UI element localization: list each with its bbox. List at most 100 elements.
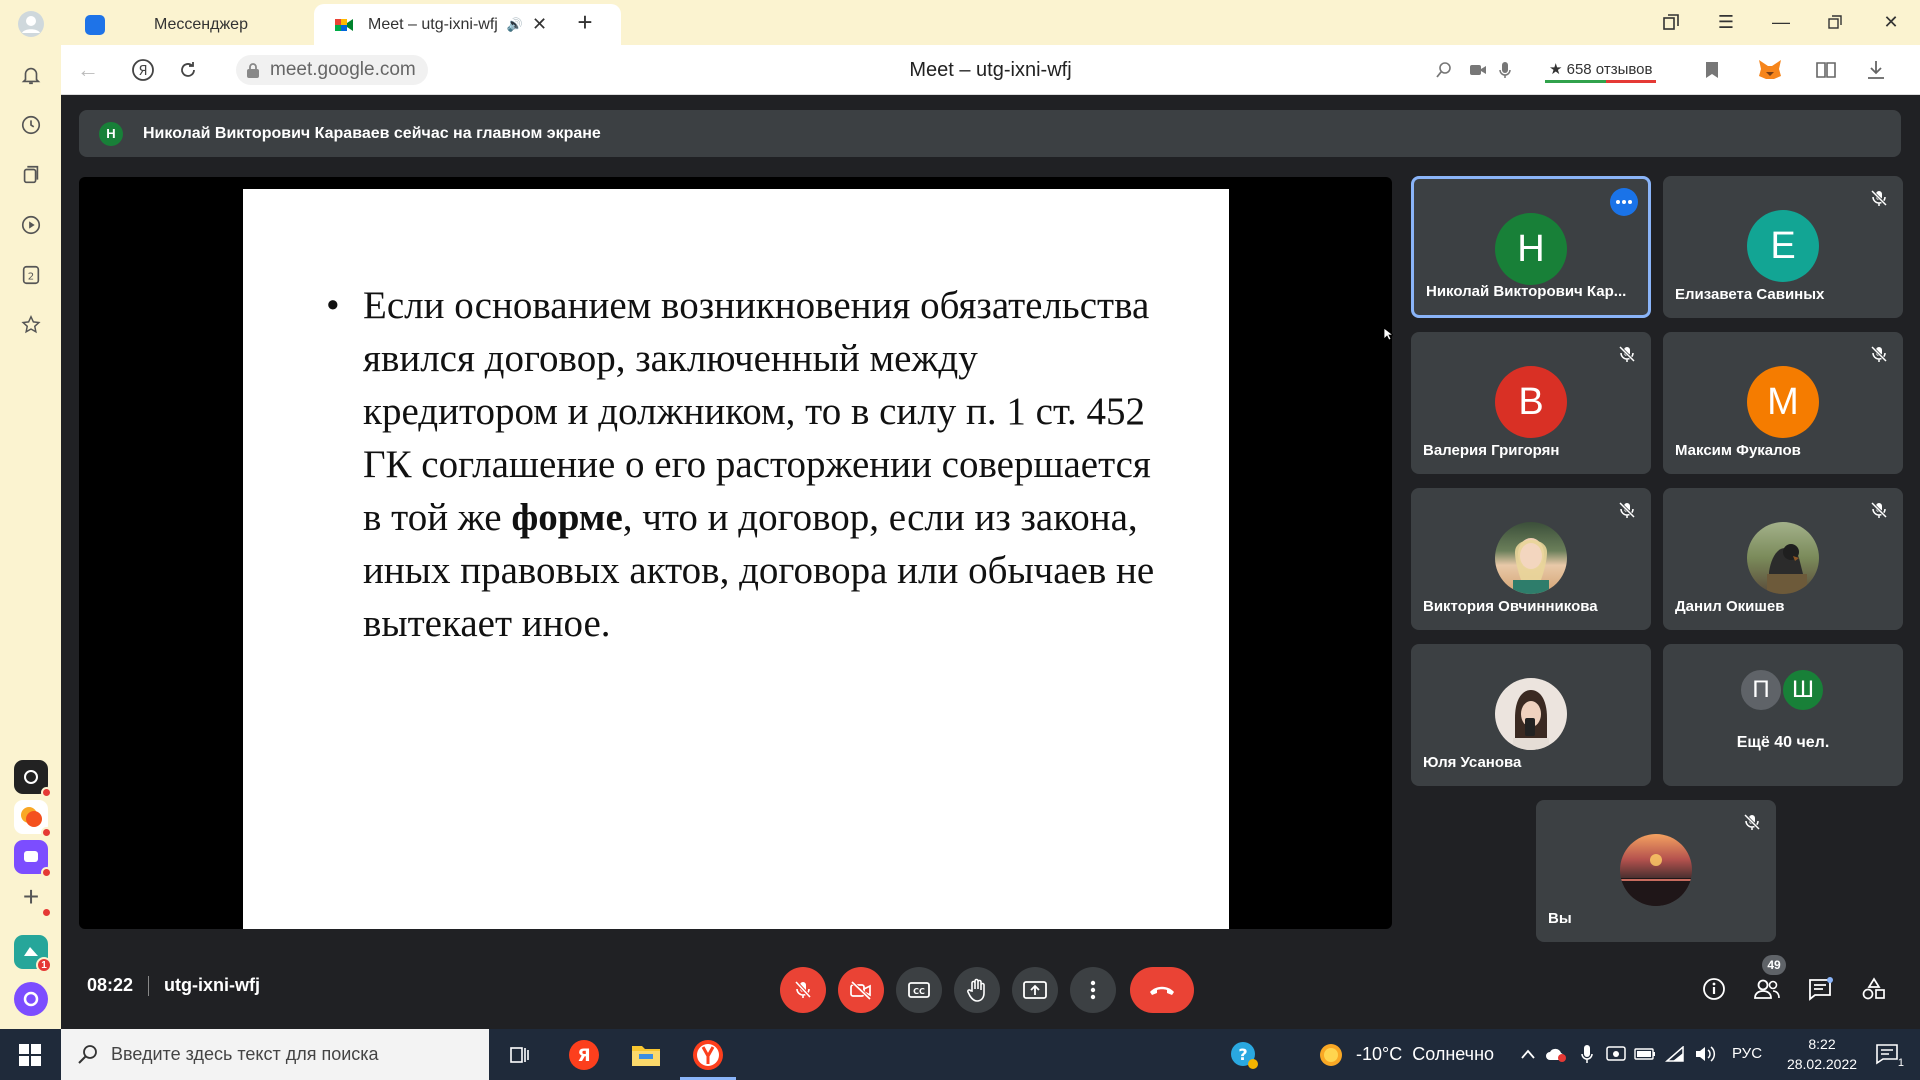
- close-window-button[interactable]: ✕: [1871, 7, 1911, 37]
- alice-assistant-icon[interactable]: [14, 982, 48, 1016]
- people-button[interactable]: [1747, 969, 1787, 1009]
- avatar: Е: [1747, 210, 1819, 282]
- file-explorer-icon[interactable]: [628, 1037, 664, 1073]
- metamask-extension-icon[interactable]: [1753, 55, 1787, 85]
- add-app-icon[interactable]: +: [14, 880, 52, 918]
- avatar: П: [1739, 668, 1783, 712]
- reload-icon[interactable]: [173, 55, 203, 85]
- weather-text: -10°C Солнечно: [1356, 1044, 1495, 1064]
- chevron-up-icon[interactable]: [1517, 1043, 1539, 1065]
- raise-hand-button[interactable]: [954, 967, 1000, 1013]
- notification-dot: [41, 907, 52, 918]
- bell-icon[interactable]: [16, 60, 46, 90]
- reader-icon[interactable]: [1811, 55, 1841, 85]
- mic-in-use-icon[interactable]: [1493, 55, 1517, 85]
- menu-icon[interactable]: ☰: [1706, 7, 1746, 37]
- chat-icon: [1809, 977, 1833, 1001]
- meeting-code: utg-ixni-wfj: [164, 975, 261, 995]
- notification-dot: [41, 867, 52, 878]
- task-view-icon[interactable]: [502, 1037, 538, 1073]
- avatar-photo: [1747, 522, 1819, 594]
- captions-button[interactable]: CC: [896, 967, 942, 1013]
- tab-label: Meet – utg-ixni-wfj: [368, 15, 498, 33]
- meeting-details-button[interactable]: [1694, 969, 1734, 1009]
- slide-text-bold: форме: [511, 496, 623, 539]
- notification-count: 1: [1897, 1057, 1904, 1069]
- volume-icon[interactable]: [1694, 1043, 1716, 1065]
- download-icon[interactable]: [1861, 55, 1891, 85]
- yandex-app-icon[interactable]: Я: [566, 1037, 602, 1073]
- onedrive-icon[interactable]: [1545, 1043, 1567, 1065]
- participant-tile[interactable]: Юля Усанова: [1411, 644, 1651, 786]
- hand-icon: [967, 978, 985, 1002]
- info-icon: [1703, 978, 1725, 1000]
- alice-app-icon[interactable]: [14, 760, 52, 798]
- sidebar-badge: 1: [36, 957, 52, 973]
- bookmark-icon[interactable]: [1697, 55, 1727, 85]
- tabs-count-icon[interactable]: 2: [16, 260, 46, 290]
- tab-messenger[interactable]: Мессенджер: [71, 4, 317, 45]
- participant-tile[interactable]: М Максим Фукалов: [1663, 332, 1903, 474]
- language-indicator[interactable]: РУС: [1732, 1045, 1762, 1062]
- chat-button[interactable]: [1801, 969, 1841, 1009]
- sun-icon: [1320, 1043, 1342, 1066]
- banner-text: Николай Викторович Караваев сейчас на гл…: [143, 124, 601, 142]
- weather-app-icon[interactable]: [14, 800, 52, 838]
- vpn-icon[interactable]: [1605, 1043, 1627, 1065]
- wifi-icon[interactable]: [1664, 1043, 1686, 1065]
- avatar: Ш: [1781, 668, 1825, 712]
- presentation-screen[interactable]: • Если основанием возникновения обязател…: [79, 177, 1392, 929]
- minimize-button[interactable]: —: [1761, 7, 1801, 37]
- camera-in-use-icon[interactable]: [1465, 55, 1491, 85]
- present-now-button[interactable]: [1012, 967, 1058, 1013]
- participant-name: Николай Викторович Кар...: [1426, 283, 1627, 300]
- activities-button[interactable]: [1854, 969, 1894, 1009]
- start-button[interactable]: [0, 1029, 60, 1080]
- yandex-logo-icon[interactable]: Я: [128, 55, 158, 85]
- reviews-badge[interactable]: ★ 658 отзывов: [1545, 57, 1657, 83]
- speaker-icon[interactable]: 🔊: [507, 17, 523, 33]
- history-icon[interactable]: [16, 110, 46, 140]
- clock[interactable]: 8:22 28.02.2022: [1777, 1034, 1867, 1074]
- self-tile[interactable]: Вы: [1536, 800, 1776, 942]
- notifications-icon[interactable]: 1: [1870, 1043, 1904, 1069]
- new-tab-button[interactable]: +: [565, 7, 605, 37]
- weather-widget[interactable]: -10°C Солнечно: [1318, 1029, 1494, 1080]
- taskbar-search-input[interactable]: Введите здесь текст для поиска: [61, 1029, 489, 1080]
- disk-app-icon[interactable]: 1: [14, 935, 52, 973]
- leave-call-button[interactable]: [1130, 967, 1194, 1013]
- more-participants-tile[interactable]: П Ш Ещё 40 чел.: [1663, 644, 1903, 786]
- help-icon[interactable]: ?: [1226, 1037, 1262, 1073]
- star-icon[interactable]: [16, 310, 46, 340]
- mic-off-icon: [794, 980, 812, 999]
- avatar: М: [1747, 366, 1819, 438]
- url-field[interactable]: meet.google.com: [236, 55, 428, 85]
- meet-area: Н Николай Викторович Караваев сейчас на …: [61, 95, 1920, 1029]
- back-button[interactable]: ←: [73, 55, 103, 85]
- yandex-browser-icon[interactable]: [690, 1037, 726, 1073]
- participant-name: Максим Фукалов: [1675, 442, 1801, 459]
- participant-name: Данил Окишев: [1675, 598, 1785, 615]
- restore-button[interactable]: [1815, 7, 1855, 37]
- participant-tile[interactable]: В Валерия Григорян: [1411, 332, 1651, 474]
- camera-off-icon: [850, 980, 872, 1001]
- mic-toggle-button[interactable]: [780, 967, 826, 1013]
- mic-off-icon: [1870, 501, 1888, 519]
- close-tab-icon[interactable]: ✕: [532, 14, 547, 35]
- collections-icon[interactable]: [16, 160, 46, 190]
- participant-tile[interactable]: Е Елизавета Савиных: [1663, 176, 1903, 318]
- more-options-button[interactable]: [1070, 967, 1116, 1013]
- slide: • Если основанием возникновения обязател…: [243, 189, 1229, 929]
- participant-tile[interactable]: Виктория Овчинникова: [1411, 488, 1651, 630]
- camera-toggle-button[interactable]: [838, 967, 884, 1013]
- messenger-app-icon[interactable]: [14, 840, 52, 878]
- search-page-icon[interactable]: [1429, 55, 1459, 85]
- more-options-icon[interactable]: [1610, 188, 1638, 216]
- video-icon[interactable]: [16, 210, 46, 240]
- microphone-tray-icon[interactable]: [1576, 1043, 1598, 1065]
- tabs-manager-icon[interactable]: [1651, 7, 1691, 37]
- profile-icon[interactable]: [16, 9, 46, 39]
- participant-tile[interactable]: Данил Окишев: [1663, 488, 1903, 630]
- battery-icon[interactable]: [1634, 1043, 1656, 1065]
- participant-tile[interactable]: Н Николай Викторович Кар...: [1411, 176, 1651, 318]
